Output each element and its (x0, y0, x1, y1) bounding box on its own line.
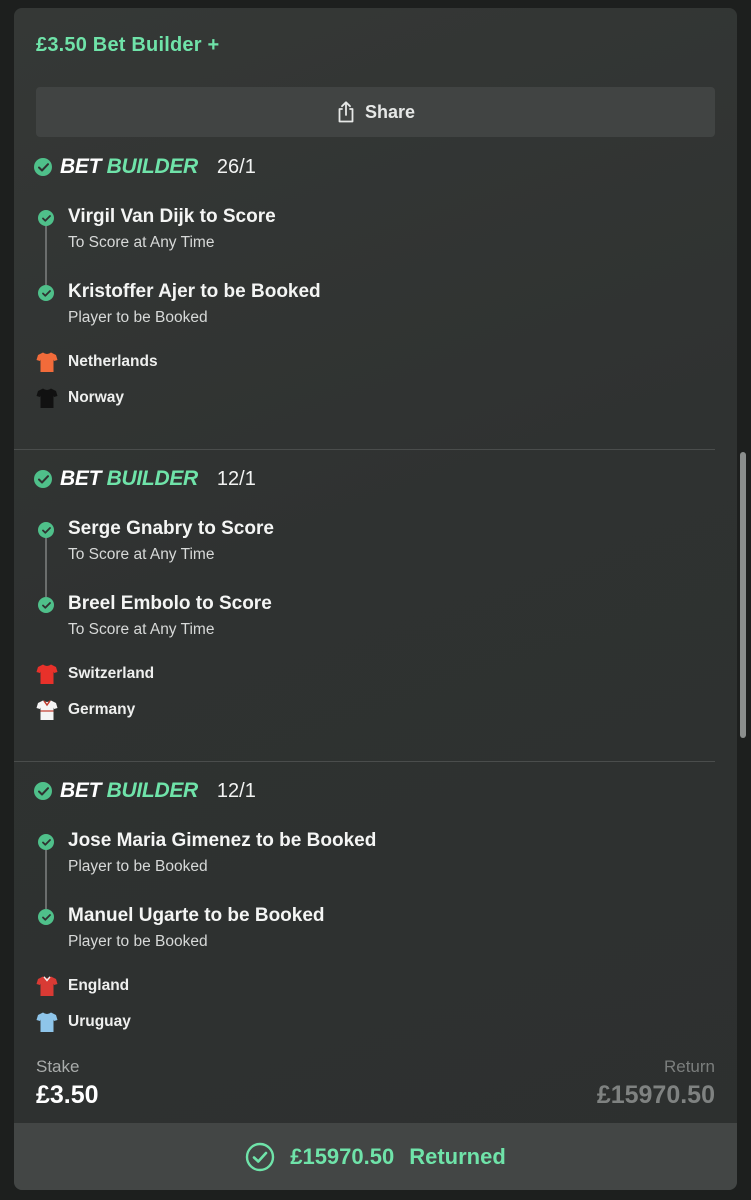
leg-check-icon (38, 285, 54, 301)
team-row: Norway (36, 386, 124, 410)
leg-title: Breel Embolo to Score (68, 593, 272, 614)
leg-check-icon (38, 210, 54, 226)
stake-label: Stake (36, 1057, 80, 1076)
team-name: Uruguay (68, 1013, 131, 1030)
odds: 12/1 (216, 779, 256, 802)
shirt-icon (36, 976, 58, 996)
leg-market: Player to be Booked (68, 309, 208, 326)
team-row: England (36, 974, 129, 998)
odds: 12/1 (216, 467, 256, 490)
leg-market: To Score at Any Time (68, 546, 215, 563)
leg-market: To Score at Any Time (68, 621, 215, 638)
team-name: Netherlands (68, 353, 158, 370)
stake-value: £3.50 (36, 1081, 99, 1109)
team-row: Netherlands (36, 350, 158, 374)
bet-slip-card: £3.50 Bet Builder + Share BET BUILDER 26… (14, 8, 737, 1190)
odds: 26/1 (216, 155, 256, 178)
team-row: Germany (36, 698, 135, 722)
bet-builder-section-1: BET BUILDER 26/1 Virgil Van Dijk to Scor… (14, 155, 715, 450)
leg-check-icon (38, 597, 54, 613)
share-label: Share (364, 101, 416, 122)
leg-title: Kristoffer Ajer to be Booked (68, 281, 321, 302)
bet-builder-header: BET BUILDER 26/1 (34, 155, 256, 179)
bet-builder-section-2: BET BUILDER 12/1 Serge Gnabry to Score T… (14, 467, 715, 762)
leg-market: To Score at Any Time (68, 234, 215, 251)
leg-market: Player to be Booked (68, 858, 208, 875)
leg-check-icon (38, 522, 54, 538)
check-icon (34, 782, 52, 800)
bet-builder-header: BET BUILDER 12/1 (34, 779, 256, 803)
team-name: Norway (68, 389, 124, 406)
bet-builder-logo: BET BUILDER (60, 779, 198, 802)
team-name: England (68, 977, 130, 994)
check-icon (34, 158, 52, 176)
section-divider (14, 761, 715, 762)
shirt-icon (36, 352, 58, 372)
return-label: Return (663, 1057, 715, 1076)
team-row: Switzerland (36, 662, 154, 686)
bet-builder-section-3: BET BUILDER 12/1 Jose Maria Gimenez to b… (14, 779, 715, 1039)
bet-title: £3.50 Bet Builder + (36, 34, 220, 56)
leg-title: Serge Gnabry to Score (68, 518, 274, 539)
bet-builder-header: BET BUILDER 12/1 (34, 467, 256, 491)
shirt-icon (36, 388, 58, 408)
shirt-icon (36, 700, 58, 720)
returned-amount: £15970.50 (290, 1143, 395, 1169)
returned-label: Returned (409, 1143, 506, 1169)
leg-title: Manuel Ugarte to be Booked (68, 905, 325, 926)
bet-builder-logo: BET BUILDER (60, 467, 198, 490)
leg-market: Player to be Booked (68, 933, 208, 950)
shirt-icon (36, 664, 58, 684)
bet-builder-logo: BET BUILDER (60, 155, 198, 178)
leg-title: Virgil Van Dijk to Score (68, 206, 276, 227)
team-name: Switzerland (68, 665, 155, 682)
leg-check-icon (38, 909, 54, 925)
shirt-icon (36, 1012, 58, 1032)
team-row: Uruguay (36, 1010, 131, 1034)
scrollbar[interactable] (740, 452, 746, 738)
returned-status-bar: £15970.50 Returned (14, 1123, 737, 1190)
share-icon (336, 101, 356, 123)
section-divider (14, 449, 715, 450)
leg-check-icon (38, 834, 54, 850)
leg-title: Jose Maria Gimenez to be Booked (68, 830, 377, 851)
check-icon (34, 470, 52, 488)
share-button[interactable]: Share (36, 87, 715, 137)
return-value: £15970.50 (596, 1081, 715, 1109)
team-name: Germany (68, 701, 136, 718)
returned-check-icon (246, 1142, 275, 1171)
